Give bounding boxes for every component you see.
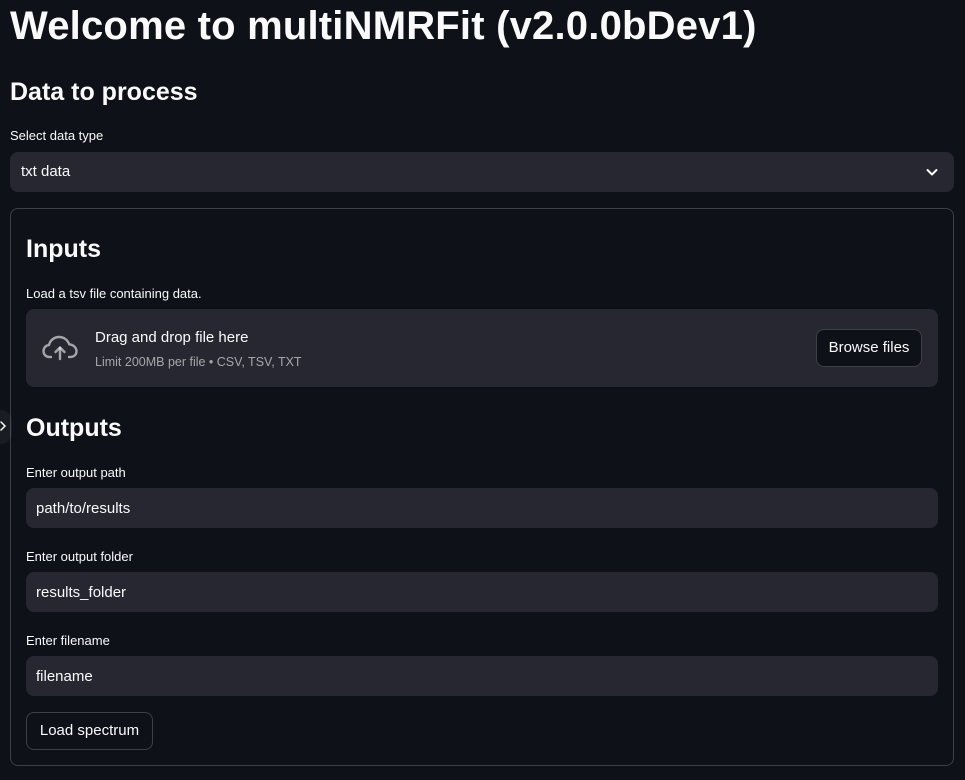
cloud-upload-icon (42, 335, 78, 361)
dropzone-title: Drag and drop file here (95, 329, 249, 346)
data-type-label: Select data type (10, 128, 104, 143)
load-spectrum-button[interactable]: Load spectrum (26, 712, 153, 750)
data-type-select[interactable]: txt data (10, 152, 954, 192)
filename-input[interactable] (26, 656, 938, 696)
inputs-title: Inputs (26, 235, 101, 263)
output-path-input[interactable] (26, 488, 938, 528)
file-dropzone[interactable]: Drag and drop file here Limit 200MB per … (26, 309, 938, 387)
output-path-label: Enter output path (26, 465, 126, 480)
filename-label: Enter filename (26, 633, 110, 648)
output-folder-input[interactable] (26, 572, 938, 612)
uploader-label: Load a tsv file containing data. (26, 286, 202, 301)
data-type-select-value: txt data (21, 163, 71, 180)
form-container: Inputs Load a tsv file containing data. … (10, 208, 954, 766)
page-title: Welcome to multiNMRFit (v2.0.0bDev1) (10, 4, 757, 48)
chevron-down-icon (926, 169, 938, 176)
output-folder-label: Enter output folder (26, 549, 133, 564)
app-page: Welcome to multiNMRFit (v2.0.0bDev1) Dat… (0, 0, 965, 780)
dropzone-limit-text: Limit 200MB per file • CSV, TSV, TXT (95, 355, 302, 369)
browse-files-button[interactable]: Browse files (816, 329, 922, 367)
chevron-icon (0, 421, 7, 431)
outputs-title: Outputs (26, 414, 122, 442)
data-section-title: Data to process (10, 78, 198, 106)
